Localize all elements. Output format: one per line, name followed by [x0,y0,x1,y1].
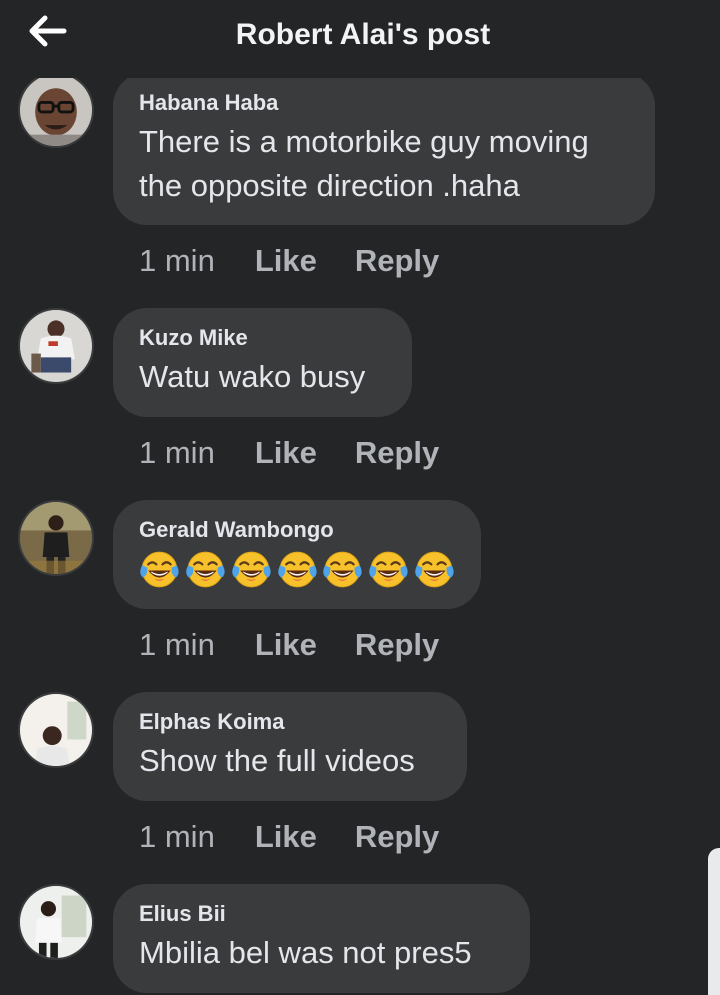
top-bar: Robert Alai's post [0,0,720,78]
comment-time[interactable]: 1 min [139,819,215,855]
avatar[interactable] [18,500,94,576]
like-button[interactable]: Like [255,243,317,279]
comment-text-line: the opposite direction .haha [139,168,520,203]
face-with-tears-of-joy-icon [323,551,363,588]
comment-bubble[interactable]: Gerald Wambongo [113,500,481,609]
comment-bubble[interactable]: Elius Bii Mbilia bel was not pres5 [113,884,530,993]
comment-time[interactable]: 1 min [139,627,215,663]
comment-emoji-row [139,549,455,590]
avatar[interactable] [18,72,94,148]
like-button[interactable]: Like [255,435,317,471]
reply-button[interactable]: Reply [355,819,439,855]
face-with-tears-of-joy-icon [415,551,454,588]
comment-text: Show the full videos [139,743,415,778]
avatar[interactable] [18,308,94,384]
comment-actions: 1 min Like Reply [139,433,477,473]
comment-author[interactable]: Gerald Wambongo [139,517,455,543]
page-title: Robert Alai's post [235,18,491,51]
comment-text: There is a motorbike guy moving the oppo… [139,120,629,208]
comment-text-line: There is a motorbike guy moving [139,124,589,159]
comment-bubble[interactable]: Kuzo Mike Watu wako busy [113,308,412,417]
comment-actions: 1 min Like Reply [139,817,477,857]
comment-author[interactable]: Habana Haba [139,90,629,116]
face-with-tears-of-joy-icon [369,551,408,588]
comment-author[interactable]: Elphas Koima [139,709,441,735]
scroll-handle[interactable] [708,848,720,995]
avatar[interactable] [18,884,94,960]
face-with-tears-of-joy-icon [231,551,271,588]
reply-button[interactable]: Reply [355,627,439,663]
comment-time[interactable]: 1 min [139,243,215,279]
avatar[interactable] [18,692,94,768]
comments-screen: Robert Alai's post Habana Haba There is … [0,0,720,995]
face-with-tears-of-joy-icon [186,551,225,588]
face-with-tears-of-joy-icon [277,551,317,588]
comment-text: Mbilia bel was not pres5 [139,935,472,970]
comment-author[interactable]: Kuzo Mike [139,325,386,351]
like-button[interactable]: Like [255,819,317,855]
comment-actions: 1 min Like Reply [139,241,477,281]
comment-time[interactable]: 1 min [139,435,215,471]
like-button[interactable]: Like [255,627,317,663]
comment-author[interactable]: Elius Bii [139,901,504,927]
comment-bubble[interactable]: Elphas Koima Show the full videos [113,692,467,801]
comment-text: Watu wako busy [139,359,366,394]
comment-bubble[interactable]: Habana Haba There is a motorbike guy mov… [113,72,655,225]
comment-actions: 1 min Like Reply [139,625,477,665]
reply-button[interactable]: Reply [355,435,439,471]
reply-button[interactable]: Reply [355,243,439,279]
face-with-tears-of-joy-icon [140,551,179,588]
